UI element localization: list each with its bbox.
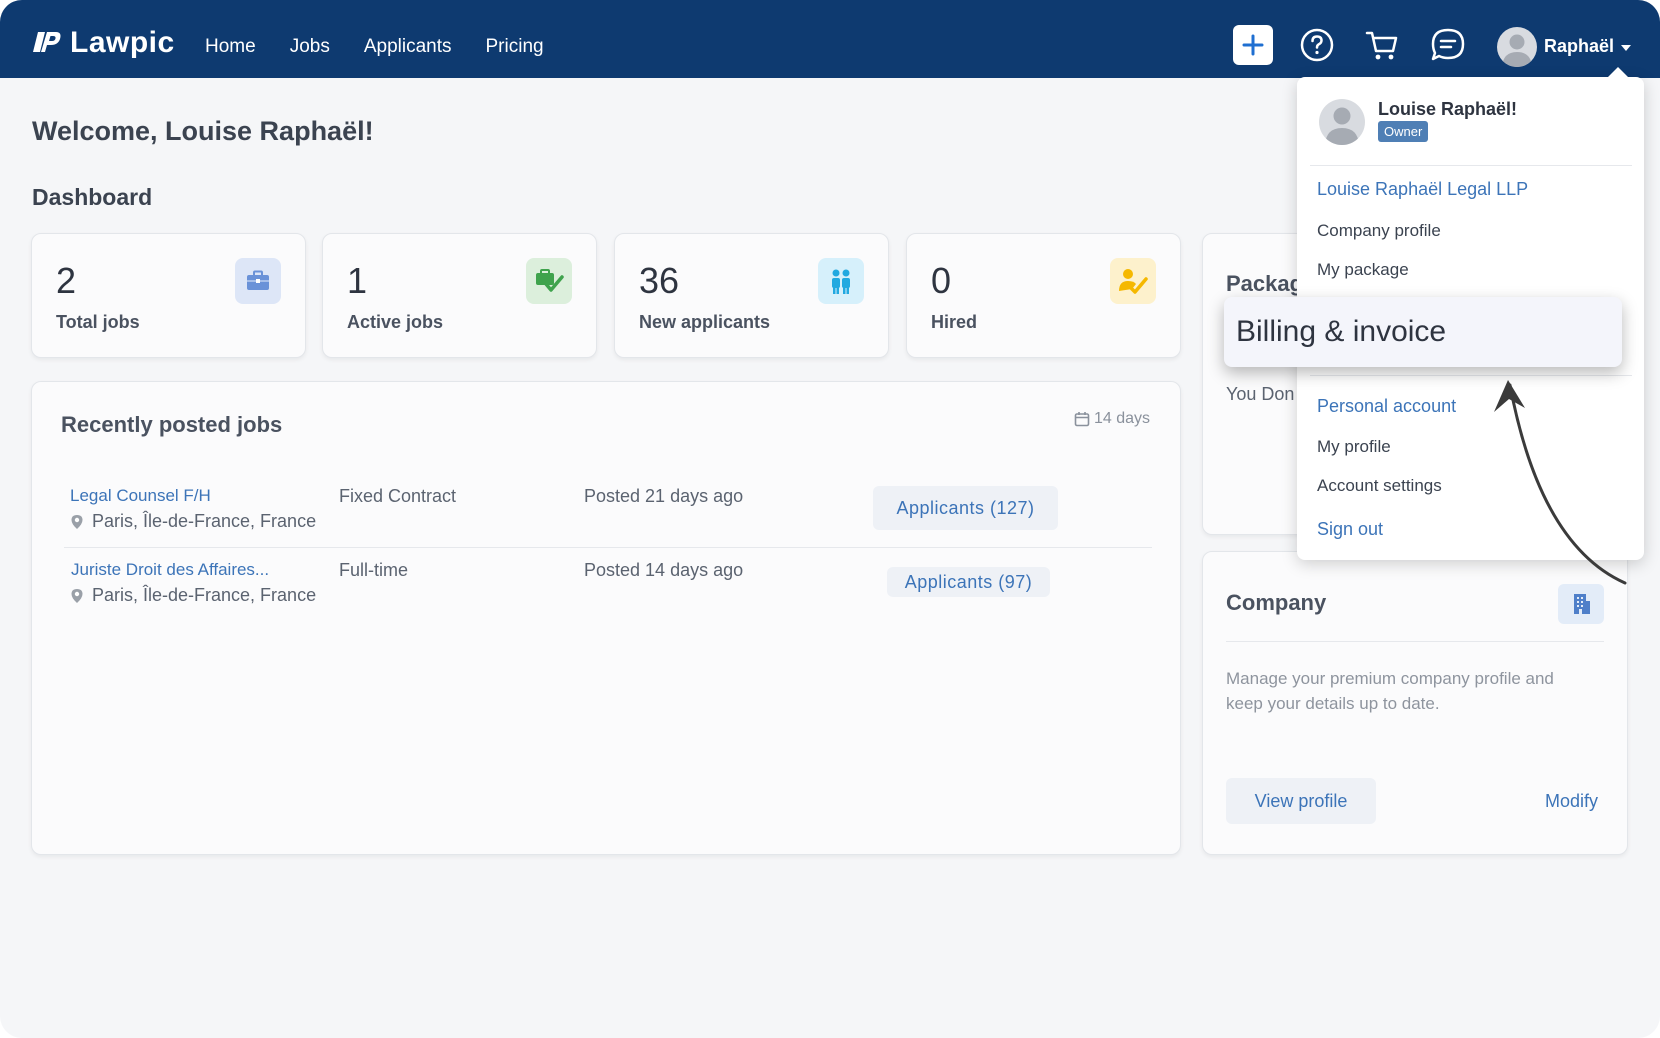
avatar-icon: [1502, 34, 1532, 67]
date-range-label: 14 days: [1094, 410, 1151, 427]
calendar-icon: [1074, 412, 1090, 427]
stat-value: 1: [347, 260, 368, 301]
nav-pricing[interactable]: Pricing: [486, 36, 544, 58]
stat-label: Hired: [931, 312, 978, 332]
menu-item-my-package[interactable]: My package: [1317, 260, 1409, 280]
stat-value: 0: [931, 260, 952, 301]
recent-jobs-card: [31, 381, 1181, 855]
nav-applicants[interactable]: Applicants: [364, 36, 452, 58]
brand-logo[interactable]: Lawpic: [32, 26, 175, 60]
applicants-button[interactable]: Applicants (97): [887, 567, 1050, 597]
dropdown-user-name: Louise Raphaël!: [1378, 99, 1518, 119]
stat-value: 36: [639, 260, 680, 301]
package-text: You Don: [1226, 384, 1295, 404]
plus-icon: [1242, 34, 1264, 56]
location-pin-icon: [71, 514, 83, 529]
user-avatar[interactable]: [1497, 27, 1537, 67]
company-divider: [1226, 641, 1604, 642]
role-badge: Owner: [1378, 121, 1429, 142]
stat-card-active-jobs[interactable]: 1 Active jobs: [322, 233, 597, 358]
nav-jobs[interactable]: Jobs: [290, 36, 330, 58]
briefcase-icon: [235, 258, 281, 304]
building-icon: [1558, 584, 1604, 624]
job-location-text: Paris, Île-de-France, France: [92, 585, 317, 605]
job-type: Full-time: [339, 560, 409, 580]
create-button[interactable]: [1233, 25, 1273, 65]
welcome-heading: Welcome, Louise Raphaël!: [32, 116, 374, 146]
applicants-button[interactable]: Applicants (127): [873, 486, 1058, 530]
job-posted: Posted 21 days ago: [584, 486, 744, 506]
chat-icon[interactable]: [1430, 27, 1466, 63]
dashboard-title: Dashboard: [32, 184, 153, 210]
app-window: Lawpic Home Jobs Applicants Pricing Raph…: [0, 0, 1660, 1038]
menu-item-account-settings[interactable]: Account settings: [1317, 476, 1442, 496]
job-title-link[interactable]: Juriste Droit des Affaires...: [71, 560, 269, 580]
recent-jobs-title: Recently posted jobs: [61, 412, 283, 437]
job-posted: Posted 14 days ago: [584, 560, 744, 580]
row-divider: [64, 547, 1152, 548]
cart-icon[interactable]: [1364, 27, 1400, 63]
menu-item-sign-out[interactable]: Sign out: [1317, 519, 1383, 540]
job-location-text: Paris, Île-de-France, France: [92, 511, 317, 531]
location-pin-icon: [71, 588, 83, 603]
brand-name: Lawpic: [70, 26, 175, 59]
main-nav: Home Jobs Applicants Pricing: [205, 36, 578, 58]
stat-value: 2: [56, 260, 77, 301]
modify-link[interactable]: Modify: [1545, 791, 1598, 812]
company-description: Manage your premium company profile and …: [1226, 669, 1554, 713]
dropdown-divider: [1310, 165, 1632, 166]
stat-label: Active jobs: [347, 312, 444, 332]
job-location: Paris, Île-de-France, France: [70, 585, 316, 606]
stat-card-hired[interactable]: 0 Hired: [906, 233, 1181, 358]
job-location: Paris, Île-de-France, France: [70, 511, 316, 532]
date-range[interactable]: 14 days: [1074, 410, 1150, 428]
chevron-down-icon[interactable]: [1621, 45, 1631, 51]
job-title-link[interactable]: Legal Counsel F/H: [70, 486, 211, 506]
people-icon: [818, 258, 864, 304]
top-navbar: Lawpic Home Jobs Applicants Pricing Raph…: [0, 0, 1660, 78]
company-name-link[interactable]: Louise Raphaël Legal LLP: [1317, 179, 1528, 200]
logo-icon: [33, 32, 61, 52]
stat-label: New applicants: [639, 312, 771, 332]
help-icon[interactable]: [1299, 27, 1335, 63]
view-profile-button[interactable]: View profile: [1226, 778, 1376, 824]
dropdown-avatar: [1319, 99, 1365, 145]
annotation-arrow-icon: [1494, 380, 1627, 585]
stat-card-total-jobs[interactable]: 2 Total jobs: [31, 233, 306, 358]
user-menu-label[interactable]: Raphaël: [1544, 36, 1614, 57]
company-title: Company: [1226, 590, 1327, 615]
stat-card-new-applicants[interactable]: 36 New applicants: [614, 233, 889, 358]
package-title: Packag: [1226, 271, 1304, 296]
menu-item-billing-invoice[interactable]: Billing & invoice: [1224, 297, 1622, 367]
nav-home[interactable]: Home: [205, 36, 256, 58]
personal-account-link[interactable]: Personal account: [1317, 396, 1456, 417]
job-type: Fixed Contract: [339, 486, 457, 506]
menu-item-company-profile[interactable]: Company profile: [1317, 221, 1441, 241]
menu-item-my-profile[interactable]: My profile: [1317, 437, 1391, 457]
avatar-icon: [1325, 107, 1359, 145]
user-check-icon: [1110, 258, 1156, 304]
stat-label: Total jobs: [56, 312, 140, 332]
briefcase-check-icon: [526, 258, 572, 304]
